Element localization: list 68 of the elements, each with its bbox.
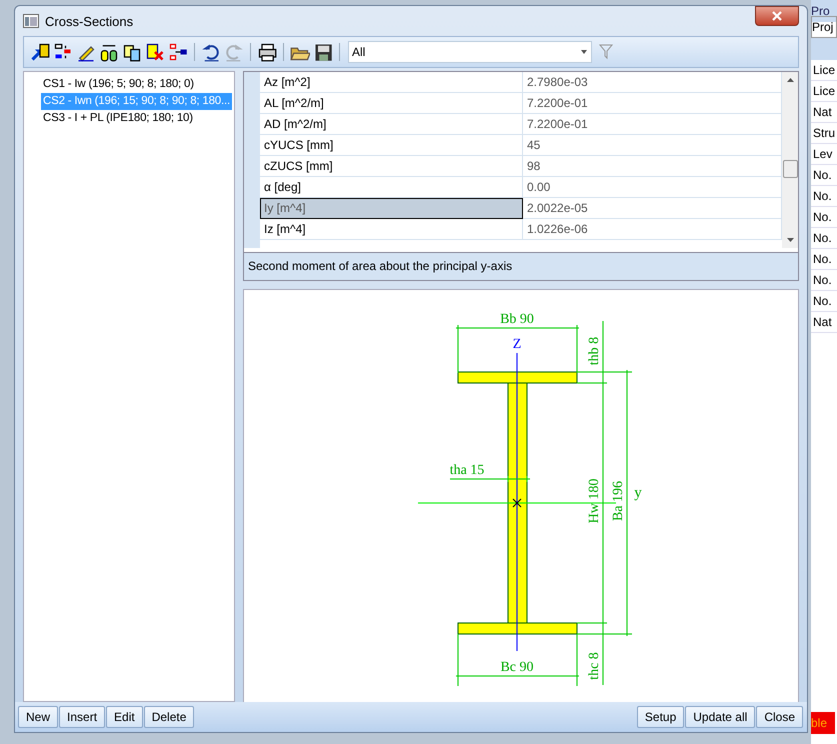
property-value[interactable]: 45: [523, 135, 782, 156]
printer-icon[interactable]: [257, 42, 277, 62]
window-title: Cross-Sections: [45, 14, 134, 28]
scroll-down-icon[interactable]: [786, 237, 794, 243]
dimension-label: Hw 180: [587, 478, 602, 524]
property-value[interactable]: 2.7980e-03: [523, 72, 782, 93]
dimension-label: tha 15: [450, 463, 484, 478]
property-name[interactable]: AD [m^2/m]: [260, 114, 523, 135]
property-value[interactable]: 0.00: [523, 177, 782, 198]
list-item[interactable]: Lev: [811, 144, 837, 165]
list-item[interactable]: No.: [811, 228, 837, 249]
property-value[interactable]: 1.0226e-06: [523, 219, 782, 240]
close-button[interactable]: [755, 6, 799, 26]
dimension-label: Bb 90: [500, 312, 534, 327]
list-item[interactable]: Nat: [811, 312, 837, 333]
scroll-up-icon[interactable]: [786, 77, 794, 83]
dimension-label: Bc 90: [500, 660, 534, 675]
property-name[interactable]: Iy [m^4]: [260, 198, 523, 219]
list-item[interactable]: No.: [811, 165, 837, 186]
dimension-label: Ba 196: [611, 480, 626, 522]
scrollbar[interactable]: [782, 72, 798, 248]
property-name[interactable]: cYUCS [mm]: [260, 135, 523, 156]
filter-dropdown[interactable]: All: [348, 41, 592, 63]
dimension-label: Z: [512, 337, 522, 352]
centroid-mark-icon: [512, 498, 522, 508]
dialog-button[interactable]: Edit: [106, 706, 143, 728]
dialog-button[interactable]: Setup: [636, 706, 684, 728]
arrow-table-icon[interactable]: [30, 42, 50, 62]
dimension-label: y: [634, 485, 642, 501]
list-item[interactable]: Nat: [811, 102, 837, 123]
tree-item[interactable]: CS3 - I + PL (IPE180; 180; 10): [41, 110, 195, 127]
undo-icon[interactable]: [201, 42, 221, 62]
dimension-label: thb 8: [587, 336, 602, 366]
close-icon[interactable]: [771, 11, 783, 21]
property-value[interactable]: 7.2200e-01: [523, 93, 782, 114]
dialog-button[interactable]: Insert: [59, 706, 106, 728]
property-value[interactable]: 7.2200e-01: [523, 114, 782, 135]
list-item[interactable]: No.: [811, 207, 837, 228]
split-rows-icon[interactable]: [168, 42, 188, 62]
delete-table-icon[interactable]: [145, 42, 165, 62]
status-label: ble: [811, 712, 835, 734]
list-item[interactable]: Stru: [811, 123, 837, 144]
window-icon: [23, 14, 39, 28]
property-value[interactable]: 2.0022e-05: [523, 198, 782, 219]
property-name[interactable]: Az [m^2]: [260, 72, 523, 93]
property-name[interactable]: AL [m^2/m]: [260, 93, 523, 114]
cylinders-icon[interactable]: [99, 42, 119, 62]
dimension-label: thc 8: [587, 652, 602, 680]
dialog-button[interactable]: Close: [756, 706, 803, 728]
property-name[interactable]: cZUCS [mm]: [260, 156, 523, 177]
list-item[interactable]: Lice: [811, 60, 837, 81]
scrollbar-thumb[interactable]: [783, 160, 798, 178]
copy-table-icon[interactable]: [122, 42, 142, 62]
list-item[interactable]: No.: [811, 270, 837, 291]
dialog-button[interactable]: Delete: [144, 706, 194, 728]
panel-toolbar: [811, 38, 837, 60]
property-value[interactable]: 98: [523, 156, 782, 177]
list-item[interactable]: No.: [811, 291, 837, 312]
list-item[interactable]: No.: [811, 249, 837, 270]
project-field[interactable]: Proj: [811, 16, 837, 38]
property-name[interactable]: Iz [m^4]: [260, 219, 523, 240]
list-item[interactable]: No.: [811, 186, 837, 207]
property-description: Second moment of area about the principal y-axis: [244, 252, 798, 280]
dialog-button[interactable]: New: [18, 706, 58, 728]
list-item[interactable]: Lice: [811, 81, 837, 102]
panel-title: Pro: [811, 0, 837, 22]
tree-item[interactable]: CS1 - Iw (196; 5; 90; 8; 180; 0): [41, 76, 196, 93]
dialog-button[interactable]: Update all: [685, 706, 756, 728]
